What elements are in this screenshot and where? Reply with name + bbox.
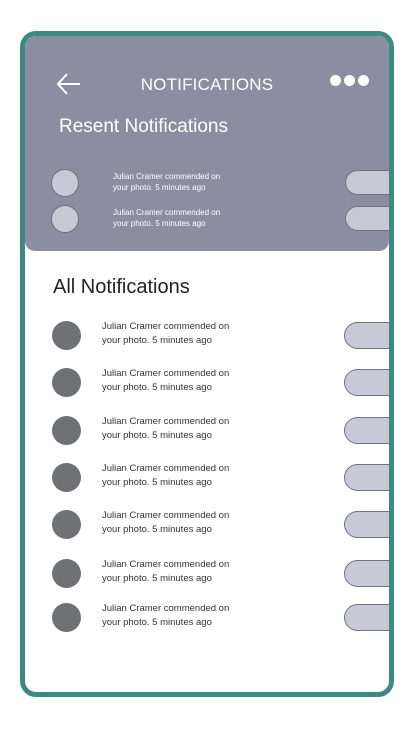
notification-action-button[interactable] bbox=[345, 206, 389, 231]
notification-text: Julian Cramer commended on your photo. 5… bbox=[102, 559, 230, 584]
notification-text: Julian Cramer commended on your photo. 5… bbox=[102, 368, 230, 393]
phone-frame: NOTIFICATIONS Resent Notifications Julia… bbox=[20, 31, 394, 697]
notification-text: Julian Cramer commended on your photo. 5… bbox=[102, 463, 230, 488]
recent-notifications-heading: Resent Notifications bbox=[59, 116, 228, 137]
recent-notification-item[interactable]: Julian Cramer commended on your photo. 5… bbox=[25, 168, 389, 198]
notification-item[interactable]: Julian Cramer commended on your photo. 5… bbox=[25, 556, 389, 590]
avatar bbox=[52, 463, 81, 492]
notification-action-button[interactable] bbox=[344, 560, 389, 587]
notifications-header: NOTIFICATIONS Resent Notifications Julia… bbox=[25, 36, 389, 251]
avatar bbox=[52, 559, 81, 588]
avatar bbox=[52, 603, 81, 632]
notification-action-button[interactable] bbox=[345, 170, 389, 195]
notification-action-button[interactable] bbox=[344, 322, 389, 349]
more-horizontal-icon-dot bbox=[344, 75, 355, 86]
avatar bbox=[52, 510, 81, 539]
notification-text: Julian Cramer commended on your photo. 5… bbox=[102, 321, 230, 346]
all-notifications-heading: All Notifications bbox=[53, 276, 190, 298]
avatar bbox=[52, 368, 81, 397]
notification-text: Julian Cramer commended on your photo. 5… bbox=[102, 416, 230, 441]
more-horizontal-icon-dot bbox=[330, 75, 341, 86]
notification-text: Julian Cramer commended on your photo. 5… bbox=[102, 603, 230, 628]
notification-action-button[interactable] bbox=[344, 417, 389, 444]
avatar bbox=[52, 416, 81, 445]
avatar bbox=[51, 169, 79, 197]
notification-action-button[interactable] bbox=[344, 511, 389, 538]
notification-item[interactable]: Julian Cramer commended on your photo. 5… bbox=[25, 507, 389, 541]
avatar bbox=[51, 205, 79, 233]
notification-item[interactable]: Julian Cramer commended on your photo. 5… bbox=[25, 460, 389, 494]
notification-item[interactable]: Julian Cramer commended on your photo. 5… bbox=[25, 600, 389, 634]
notification-item[interactable]: Julian Cramer commended on your photo. 5… bbox=[25, 365, 389, 399]
recent-notification-item[interactable]: Julian Cramer commended on your photo. 5… bbox=[25, 204, 389, 234]
avatar bbox=[52, 321, 81, 350]
notification-action-button[interactable] bbox=[344, 604, 389, 631]
notification-text: Julian Cramer commended on your photo. 5… bbox=[102, 510, 230, 535]
more-options-button[interactable] bbox=[330, 75, 369, 86]
notification-item[interactable]: Julian Cramer commended on your photo. 5… bbox=[25, 318, 389, 352]
notification-item[interactable]: Julian Cramer commended on your photo. 5… bbox=[25, 413, 389, 447]
notification-text: Julian Cramer commended on your photo. 5… bbox=[113, 172, 221, 192]
more-horizontal-icon-dot bbox=[358, 75, 369, 86]
notification-text: Julian Cramer commended on your photo. 5… bbox=[113, 208, 221, 228]
notification-action-button[interactable] bbox=[344, 464, 389, 491]
notification-action-button[interactable] bbox=[344, 369, 389, 396]
